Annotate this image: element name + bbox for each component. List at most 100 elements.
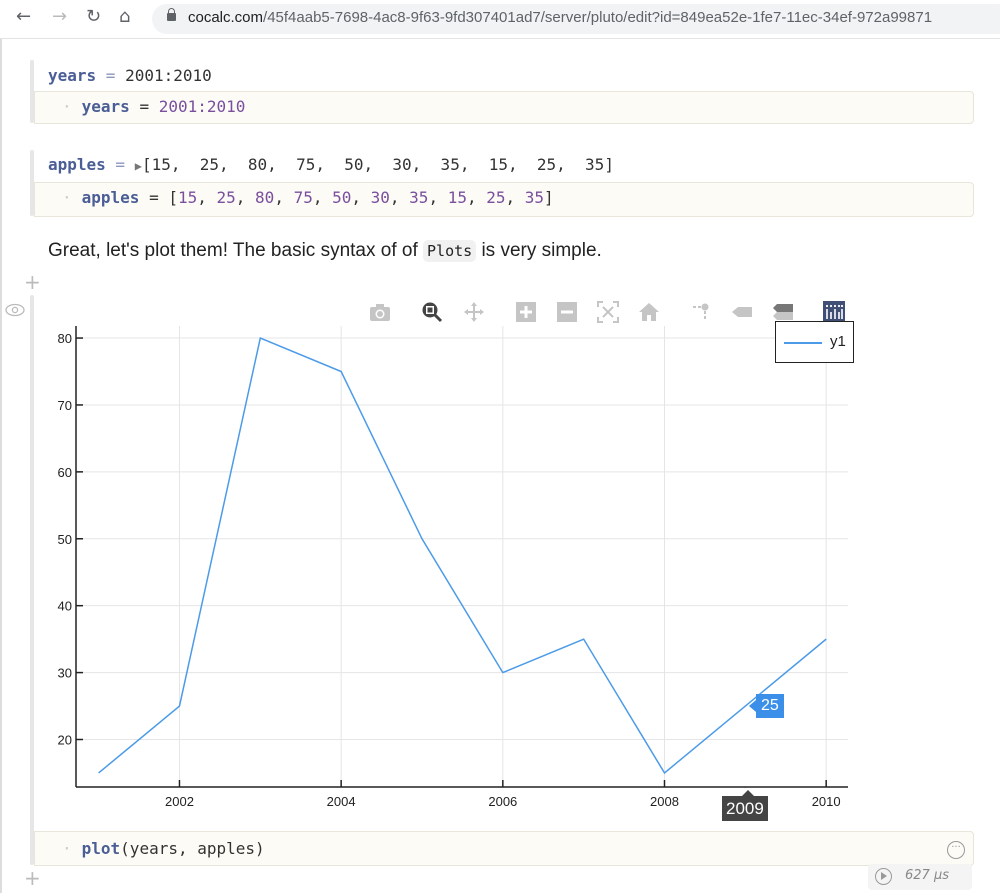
code-eq: =: [139, 188, 169, 207]
md-inline-code: Plots: [423, 240, 477, 262]
legend-label: y1: [830, 333, 846, 350]
output-eq: =: [105, 155, 135, 174]
x-tick-label: 2006: [488, 794, 517, 809]
md-text: is very simple.: [476, 240, 602, 261]
x-tick-label: 2008: [650, 794, 679, 809]
array-item: 75: [293, 188, 313, 207]
array-item: 15: [177, 188, 198, 207]
array-separator: ,: [389, 188, 410, 207]
code-array-items: 15, 25, 80, 75, 50, 30, 35, 15, 25, 35: [178, 188, 544, 207]
url-host: cocalc.com: [188, 9, 264, 26]
code-args: (years, apples): [120, 839, 265, 858]
forward-icon[interactable]: →: [52, 6, 67, 27]
y-tick-label: 40: [58, 599, 72, 614]
chart-legend[interactable]: y1: [775, 321, 854, 363]
page-left-edge: [0, 39, 2, 893]
code-var: years: [81, 97, 130, 116]
markdown-paragraph: Great, let's plot them! The basic syntax…: [48, 240, 602, 262]
spike-lines-icon[interactable]: [690, 301, 712, 323]
run-timing: 627 μs: [868, 864, 972, 890]
y-tick-label: 70: [58, 398, 72, 413]
md-text: Great, let's plot them! The basic syntax…: [48, 240, 424, 261]
pan-icon[interactable]: [463, 301, 485, 323]
code-function: plot: [81, 839, 121, 858]
axes: [75, 326, 848, 788]
array-separator: ,: [466, 188, 487, 207]
array-item: 80: [255, 188, 275, 207]
cell-output-years: years = 2001:2010: [48, 66, 212, 85]
array-separator: ,: [312, 188, 333, 207]
code-value: 2001:2010: [158, 97, 246, 116]
x-tick-label: 2002: [165, 794, 194, 809]
array-item: 50: [332, 188, 352, 207]
reload-icon[interactable]: ↻: [86, 6, 101, 27]
cell-output-apples: apples = ▶[15, 25, 80, 75, 50, 30, 35, 1…: [48, 155, 614, 174]
camera-icon[interactable]: [369, 301, 391, 323]
array-separator: ,: [351, 188, 371, 207]
array-item: 35: [524, 188, 545, 207]
bracket-close: ]: [544, 188, 554, 207]
code-line-apples[interactable]: · apples = [15, 25, 80, 75, 50, 30, 35, 1…: [62, 188, 554, 207]
array-item: 25: [216, 188, 236, 207]
legend-line-swatch: [784, 342, 822, 344]
bracket-open: [: [168, 188, 178, 207]
y-tick-label: 60: [58, 465, 72, 480]
x-tick-label: 2004: [327, 794, 356, 809]
hover-tooltip-x: 2009: [722, 790, 768, 821]
grid-lines: [76, 326, 848, 787]
x-tick-label: 2010: [812, 794, 841, 809]
autoscale-icon[interactable]: [597, 301, 619, 323]
run-cell-icon[interactable]: [875, 868, 892, 885]
y-tick-label: 30: [58, 666, 72, 681]
zoom-in-icon[interactable]: [515, 301, 537, 323]
array-item: 35: [409, 188, 429, 207]
code-var: apples: [81, 188, 140, 207]
code-eq: =: [129, 97, 159, 116]
zoom-icon[interactable]: [421, 301, 443, 323]
line-dot: ·: [62, 839, 72, 858]
array-item: 25: [486, 188, 506, 207]
eye-icon[interactable]: [5, 303, 25, 317]
output-value: [15, 25, 80, 75, 50, 30, 35, 15, 25, 35]: [141, 155, 614, 174]
timing-label: 627 μs: [905, 868, 949, 883]
cell-menu-icon[interactable]: ···: [947, 841, 965, 859]
plotly-logo-icon[interactable]: [823, 301, 845, 323]
add-cell-icon[interactable]: +: [24, 270, 41, 294]
cell-gutter: [30, 295, 34, 865]
line-dot: ·: [62, 97, 72, 116]
y-tick-label: 80: [58, 331, 72, 346]
url-path: /45f4aab5-7698-4ac8-9f63-9fd307401ad7/se…: [263, 9, 933, 26]
array-separator: ,: [235, 188, 256, 207]
tick-labels: 2002 2004 2006 2008 2010 20 30 40 50 60 70 80: [58, 331, 841, 809]
array-separator: ,: [274, 188, 294, 207]
output-var-name: apples: [48, 155, 106, 174]
home-icon[interactable]: ⌂: [119, 6, 130, 27]
series-line-y1: [98, 337, 827, 775]
back-icon[interactable]: ←: [16, 6, 31, 27]
expand-toggle-icon[interactable]: ▶: [135, 159, 142, 173]
array-item: 15: [447, 188, 467, 207]
series-layer: [98, 337, 827, 775]
array-item: 30: [370, 188, 390, 207]
url-text[interactable]: cocalc.com/45f4aab5-7698-4ac8-9f63-9fd30…: [188, 9, 932, 26]
array-separator: ,: [505, 188, 525, 207]
reset-axes-icon[interactable]: [638, 301, 660, 323]
add-cell-icon[interactable]: +: [24, 866, 41, 890]
zoom-out-icon[interactable]: [556, 301, 578, 323]
array-separator: ,: [428, 188, 448, 207]
array-separator: ,: [197, 188, 217, 207]
code-line-years[interactable]: · years = 2001:2010: [62, 97, 245, 116]
hover-compare-icon[interactable]: [772, 301, 794, 323]
y-tick-label: 20: [58, 732, 72, 747]
line-dot: ·: [62, 188, 72, 207]
hover-closest-icon[interactable]: [731, 301, 753, 323]
y-tick-label: 50: [58, 532, 72, 547]
output-var-name: years: [48, 66, 97, 85]
output-value: 2001:2010: [125, 66, 212, 85]
browser-toolbar: ← → ↻ ⌂ cocalc.com/45f4aab5-7698-4ac8-9f…: [0, 0, 1000, 39]
line-chart[interactable]: 2002 2004 2006 2008 2010 20 30 40 50 60 70 80: [0, 0, 1000, 893]
lock-icon: [167, 8, 176, 21]
code-line-plot[interactable]: · plot(years, apples): [62, 839, 265, 858]
output-eq: =: [96, 66, 126, 85]
hover-tooltip-y: 25: [749, 694, 784, 718]
